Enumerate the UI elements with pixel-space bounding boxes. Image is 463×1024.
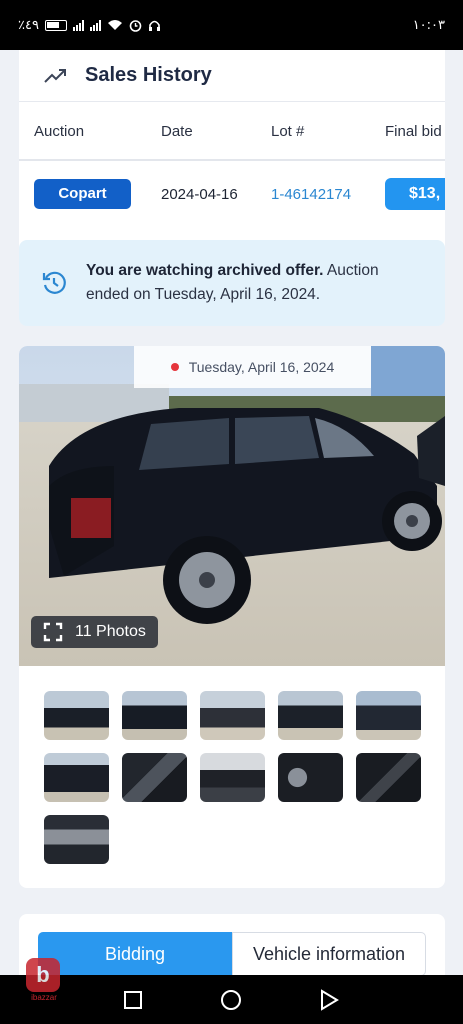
column-header-lot: Lot # <box>271 122 305 140</box>
column-header-auction: Auction <box>34 122 85 140</box>
photos-count-button[interactable]: 11 Photos <box>31 616 158 648</box>
auction-cell: Copart <box>19 179 146 209</box>
main-car-photo[interactable]: Tuesday, April 16, 2024 11 Photos <box>19 346 445 666</box>
archived-text: You are watching archived offer. Auction… <box>86 259 425 307</box>
recent-apps-button[interactable] <box>103 975 163 1024</box>
thumbnail-2[interactable] <box>122 691 187 740</box>
alarm-icon <box>129 19 142 32</box>
history-icon <box>42 271 66 294</box>
thumbnail-5[interactable] <box>356 691 421 740</box>
back-button[interactable] <box>299 975 359 1024</box>
column-header-date: Date <box>161 122 193 140</box>
lot-link[interactable]: 1-46142174 <box>256 186 370 203</box>
sales-history-card: Sales History Auction Date Lot # Final b… <box>19 50 445 270</box>
status-icons: ٪٤٩ <box>18 18 161 33</box>
tab-bidding[interactable]: Bidding <box>38 932 232 975</box>
table-row: Copart 2024-04-16 1-46142174 $13, <box>19 163 445 225</box>
logo-badge: b <box>26 958 60 992</box>
ibazzar-watermark-logo: b ibazzar <box>26 958 62 1002</box>
signal-icon <box>72 19 84 31</box>
thumbnail-10[interactable] <box>356 753 421 802</box>
final-bid-badge: $13, <box>385 178 445 210</box>
photo-date: Tuesday, April 16, 2024 <box>188 359 335 375</box>
date-cell: 2024-04-16 <box>161 185 238 203</box>
page-content[interactable]: Sales History Auction Date Lot # Final b… <box>0 50 463 975</box>
fullscreen-icon <box>43 622 63 642</box>
headphones-icon <box>148 20 160 31</box>
circle-icon <box>221 989 241 1010</box>
photo-gallery-card: Tuesday, April 16, 2024 11 Photos <box>19 346 445 888</box>
final-bid-cell: $13, <box>370 178 445 210</box>
thumbnail-11[interactable] <box>44 815 109 864</box>
table-header: Auction Date Lot # Final bid <box>19 103 445 161</box>
square-icon <box>124 990 142 1009</box>
system-navigation-bar <box>0 975 463 1024</box>
trending-up-icon <box>44 68 66 83</box>
archived-notice: You are watching archived offer. Auction… <box>19 240 445 326</box>
photos-count-label: 11 Photos <box>75 623 146 640</box>
status-bar: ٪٤٩ ١٠:٠٣ <box>0 0 463 50</box>
clock: ١٠:٠٣ <box>412 17 445 33</box>
sales-history-title: Sales History <box>85 64 212 86</box>
sales-table[interactable]: Auction Date Lot # Final bid Copart 2024… <box>19 103 445 243</box>
archived-bold: You are watching archived offer. <box>86 262 324 279</box>
thumbnail-8[interactable] <box>200 753 265 802</box>
photo-date-overlay: Tuesday, April 16, 2024 <box>134 346 371 388</box>
wifi-icon <box>107 20 122 30</box>
triangle-back-icon <box>321 988 339 1011</box>
thumbnail-1[interactable] <box>44 691 109 740</box>
column-header-final-bid: Final bid <box>385 122 442 140</box>
tab-vehicle-information[interactable]: Vehicle information <box>232 932 426 975</box>
details-tabs-card: Bidding Vehicle information <box>19 914 445 975</box>
thumbnail-7[interactable] <box>122 753 187 802</box>
home-button[interactable] <box>201 975 261 1024</box>
thumbnail-9[interactable] <box>278 753 343 802</box>
sales-history-header: Sales History <box>19 50 445 102</box>
battery-percent: ٪٤٩ <box>18 17 39 33</box>
thumbnail-6[interactable] <box>44 753 109 802</box>
battery-icon <box>44 19 67 31</box>
live-dot-icon <box>170 363 179 371</box>
signal-icon-2 <box>89 19 101 31</box>
auction-badge[interactable]: Copart <box>34 179 131 209</box>
logo-text: ibazzar <box>31 993 57 1002</box>
thumbnail-4[interactable] <box>278 691 343 740</box>
thumbnail-3[interactable] <box>200 691 265 740</box>
